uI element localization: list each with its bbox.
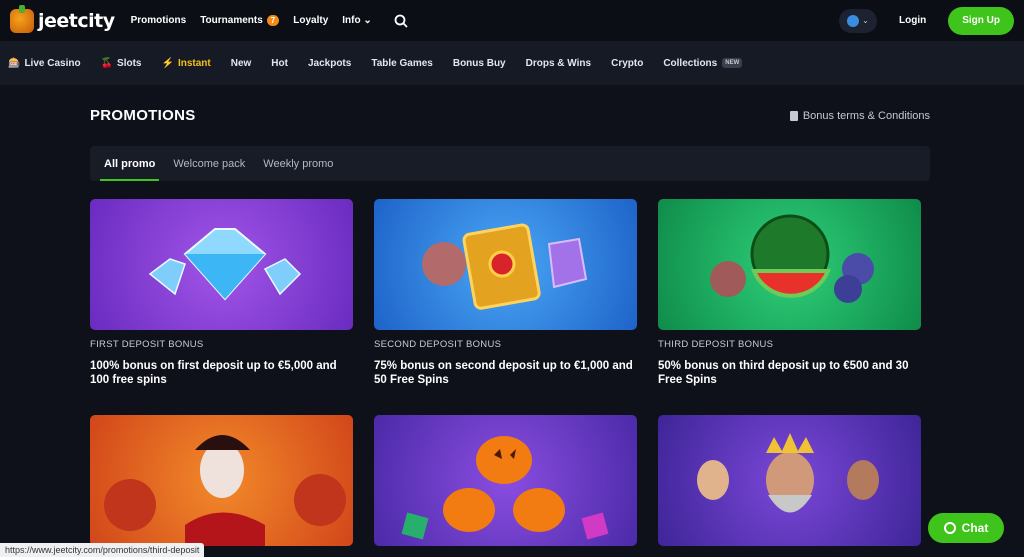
promo-card-third-deposit[interactable]: THIRD DEPOSIT BONUS 50% bonus on third d… [658, 199, 921, 387]
tab-all-promo[interactable]: All promo [99, 146, 160, 181]
globe-icon [847, 14, 860, 27]
kings-image [658, 415, 921, 546]
top-navigation: jeetcity Promotions Tournaments 7 Loyalty… [0, 0, 1024, 41]
nav-tournaments-label: Tournaments [200, 15, 263, 26]
promo-card-halloween[interactable] [374, 415, 637, 546]
pumpkin-icon [401, 436, 609, 540]
card-title: 75% bonus on second deposit up to €1,000… [374, 360, 633, 386]
slots-icon: 🍒 [100, 57, 114, 69]
category-bar: 🎰 Live Casino 🍒 Slots ⚡ Instant New Hot Jac… [0, 41, 1024, 85]
category-label: New [230, 57, 252, 69]
search-icon[interactable] [394, 14, 408, 28]
category-label: Drops & Wins [525, 57, 592, 69]
category-label: Collections [663, 57, 718, 69]
promo-card-second-deposit[interactable]: SECOND DEPOSIT BONUS 75% bonus on second… [374, 199, 637, 387]
card-title: 100% bonus on first deposit up to €5,000… [90, 360, 337, 386]
category-label: Hot [271, 57, 288, 69]
category-label: Live Casino [24, 57, 81, 69]
chat-icon [943, 522, 956, 534]
page-title: PROMOTIONS [90, 107, 196, 124]
language-selector[interactable]: ⌄ [839, 8, 877, 33]
nav-promotions[interactable]: Promotions [131, 15, 187, 26]
category-crypto[interactable]: Crypto [611, 58, 643, 69]
new-badge: NEW [722, 58, 743, 68]
nav-tournaments[interactable]: Tournaments 7 [200, 15, 280, 26]
card-subtitle: FIRST DEPOSIT BONUS [90, 339, 204, 350]
diamond-image [90, 199, 353, 330]
category-label: Slots [117, 57, 142, 69]
category-bonus-buy[interactable]: Bonus Buy [453, 58, 506, 69]
diamond-icon [148, 228, 302, 301]
nav-loyalty-label: Loyalty [293, 15, 329, 26]
lightning-icon: ⚡ [161, 57, 174, 69]
logo-text: jeetcity [38, 9, 115, 32]
chevron-down-icon: ⌄ [862, 16, 869, 25]
promo-tabs: All promo Welcome pack Weekly promo [90, 146, 930, 181]
live-casino-icon: 🎰 [8, 57, 21, 69]
spellbook-image [374, 199, 637, 330]
chat-label: Chat [961, 521, 989, 535]
category-label: Bonus Buy [452, 57, 506, 69]
promo-card-day-of-dead[interactable] [90, 415, 353, 546]
watermelon-icon [710, 214, 874, 303]
card-subtitle: THIRD DEPOSIT BONUS [658, 339, 774, 350]
king-icon [697, 433, 879, 513]
chat-button[interactable]: Chat [928, 513, 1004, 543]
nav-promotions-label: Promotions [130, 15, 187, 26]
category-label: Jackpots [307, 57, 352, 69]
status-url: https://www.jeetcity.com/promotions/thir… [0, 543, 205, 557]
catrina-image [90, 415, 353, 546]
tab-welcome-pack[interactable]: Welcome pack [173, 146, 245, 181]
category-collections[interactable]: Collections NEW [663, 57, 743, 69]
promo-card-first-deposit[interactable]: FIRST DEPOSIT BONUS 100% bonus on first … [90, 199, 353, 387]
pumpkins-image [374, 415, 637, 546]
watermelon-image [658, 199, 921, 330]
spellbook-icon [422, 223, 588, 310]
nav-info-label: Info ⌄ [342, 15, 372, 26]
category-label: Table Games [371, 57, 433, 69]
card-subtitle: SECOND DEPOSIT BONUS [374, 339, 502, 350]
nav-loyalty[interactable]: Loyalty [293, 15, 328, 26]
card-title: 50% bonus on third deposit up to €500 an… [658, 360, 909, 386]
category-instant[interactable]: ⚡ Instant [162, 58, 211, 69]
main-nav: Promotions Tournaments 7 Loyalty Info ⌄ [131, 14, 408, 28]
category-new[interactable]: New [231, 58, 252, 69]
category-hot[interactable]: Hot [271, 58, 288, 69]
logo[interactable]: jeetcity [10, 4, 115, 33]
signup-button[interactable]: Sign Up [948, 6, 1014, 35]
promo-card-kings[interactable] [658, 415, 921, 546]
nav-info[interactable]: Info ⌄ [342, 15, 371, 26]
tab-weekly-promo[interactable]: Weekly promo [263, 146, 333, 181]
category-live-casino[interactable]: 🎰 Live Casino [8, 58, 81, 69]
bonus-terms-label: Bonus terms & Conditions [802, 109, 930, 122]
category-label: Instant [177, 57, 211, 69]
document-icon [789, 110, 798, 121]
category-label: Crypto [611, 57, 644, 69]
category-table-games[interactable]: Table Games [371, 58, 433, 69]
skull-lady-icon [104, 435, 346, 546]
bonus-terms-link[interactable]: Bonus terms & Conditions [789, 109, 930, 122]
category-slots[interactable]: 🍒 Slots [101, 58, 142, 69]
tournaments-count-badge: 7 [266, 15, 280, 26]
category-drops-wins[interactable]: Drops & Wins [526, 58, 591, 69]
category-jackpots[interactable]: Jackpots [308, 58, 351, 69]
login-button[interactable]: Login [899, 15, 926, 26]
pumpkin-logo-icon [10, 4, 34, 33]
